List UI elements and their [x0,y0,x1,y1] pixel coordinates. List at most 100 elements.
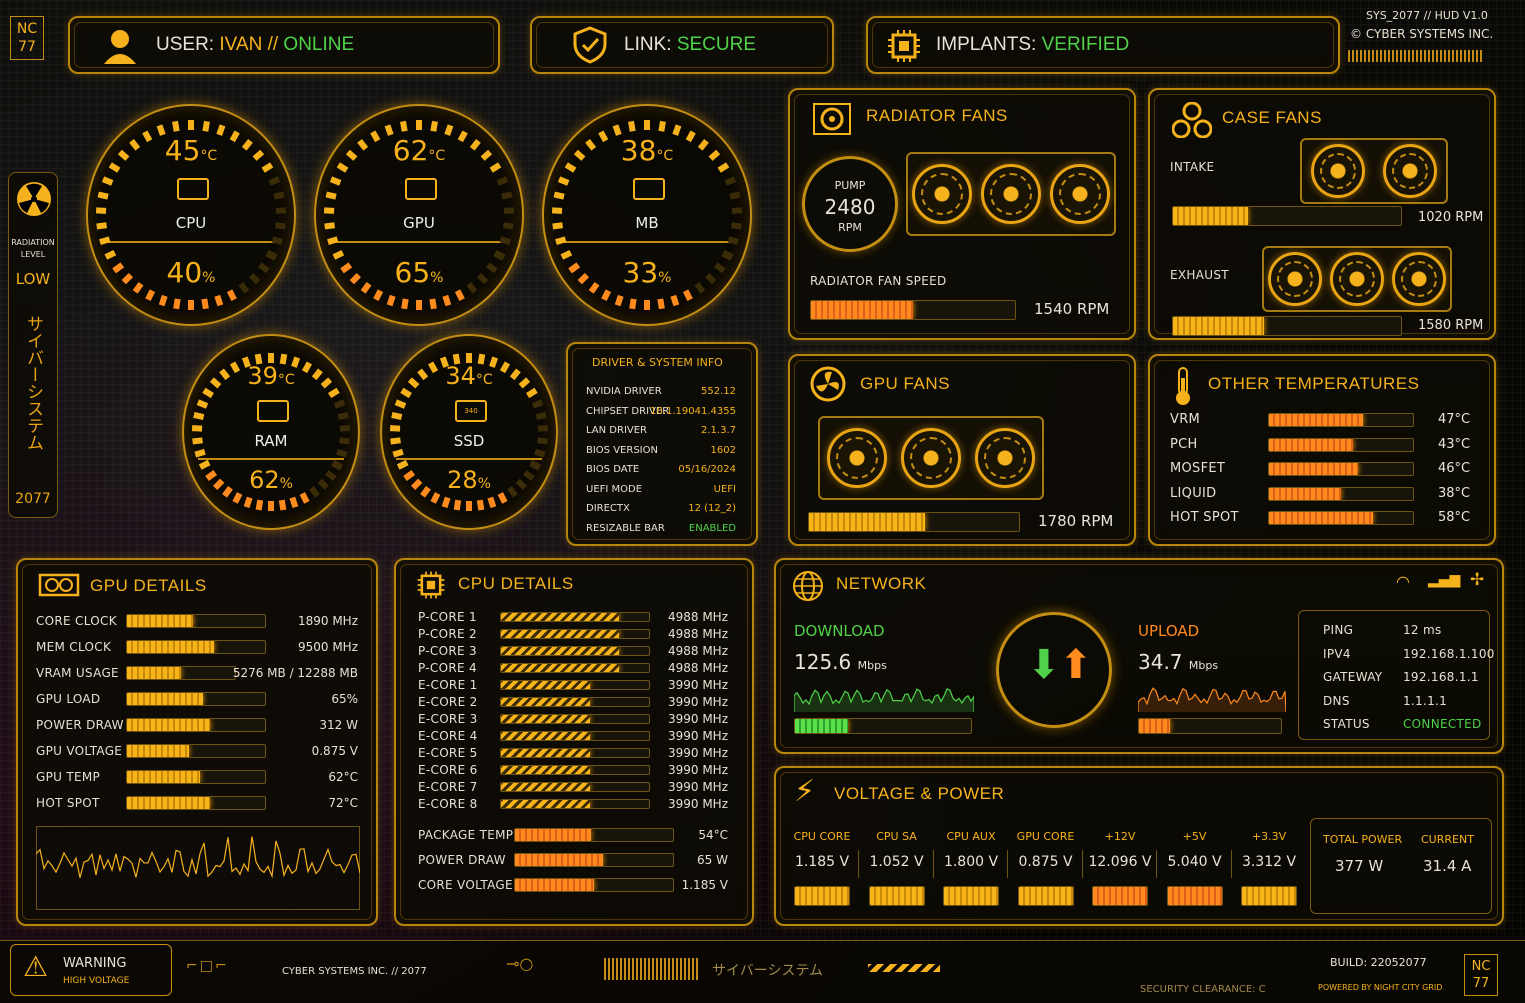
cpu-core-bar [500,697,650,707]
arc-segment [729,191,741,200]
driver-key: LAN DRIVER [586,425,648,436]
gpu-detail-value: 62°C [328,770,358,784]
arc-segment [682,289,693,302]
arc-segment [657,298,665,310]
voltage-label: +12V [1104,830,1136,843]
gauge-load: 62% [184,466,358,494]
gpu-detail-bar [126,692,266,706]
radiation-value: LOW [15,270,51,288]
arc-segment [333,399,346,409]
voltage-bar [868,886,925,906]
arc-segment [273,191,285,200]
voltage-label: CPU CORE [793,830,851,843]
cpu-extra-bar [514,878,674,892]
mb-icon [633,178,665,200]
voltage-bar [1241,886,1297,906]
cpu-core-value: 3990 MHz [667,695,728,709]
arc-segment [531,399,544,409]
cpu-core-bar [500,663,650,673]
voltage-value: 1.800 V [943,854,999,870]
arc-segment [501,191,513,200]
voltage-label: GPU CORE [1016,830,1075,843]
gpu-detail-label: POWER DRAW [36,718,124,732]
temp-row-label: LIQUID [1170,485,1217,501]
driver-value: 12 (12_2) [688,503,736,514]
link-label: LINK: [624,34,672,55]
arc-segment [534,448,546,458]
fan-icon [975,428,1035,488]
cpu-core-label: E-CORE 1 [418,678,478,692]
arc-segment [453,499,462,511]
load-value: 65 [394,256,431,289]
arc-segment [299,492,310,504]
key-icon: ⊸○ [506,954,534,973]
footer-japanese: サイバーシステム [712,963,824,979]
driver-key: BIOS DATE [586,464,640,475]
cpu-core-bar [500,629,650,639]
arc-segment [373,289,384,302]
temp-row-value: 47°C [1438,412,1471,427]
load-unit: % [279,476,293,492]
voltage-value: 1.185 V [794,854,850,870]
gpu-card-icon [38,573,80,597]
nc77-footer-logo: NC 77 [1464,954,1498,996]
footer-glyphs: ⌐□⌐ [186,958,229,974]
other-temps-panel: OTHER TEMPERATURES VRM 47°C PCH 43°C MOSFET 4… [1148,354,1496,546]
fan-icon [912,164,973,224]
voltage-title: VOLTAGE & POWER [834,784,1005,803]
gauge-temp: 34°C [382,362,556,390]
arc-segment [243,496,253,509]
driver-key: NVIDIA DRIVER [586,386,662,397]
gpu-detail-value: 65% [331,692,358,706]
cpu-core-value: 4988 MHz [667,661,728,675]
implants-label: IMPLANTS: [936,34,1037,55]
link-status: SECURE [676,34,756,55]
driver-value: 2.1.3.7 [701,425,736,436]
arc-segment [629,298,637,310]
arc-segment [442,294,452,307]
link-panel: LINK: SECURE [530,16,834,74]
gpu-detail-value: 9500 MHz [297,640,358,654]
gauge-divider [395,458,543,460]
net-info-value: 12 ms [1403,623,1442,637]
arc-segment [535,412,547,421]
arc-segment [392,448,404,458]
driver-value: 1602 [710,444,736,456]
gpu-detail-label: HOT SPOT [36,796,100,810]
gpu-detail-value: 0.875 V [311,744,358,758]
temp-unit: °C [200,148,218,164]
cpu-chip-icon [417,571,445,599]
voltage-label: +5V [1182,830,1207,843]
arc-segment [255,499,264,511]
network-info-box: PING 12 ms IPV4 192.168.1.100 GATEWAY 192.168… [1298,610,1494,740]
arc-segment [214,294,224,307]
gpu-detail-value: 1890 MHz [297,614,358,628]
footer-barcode [604,958,700,980]
gauge-divider [332,241,506,243]
upload-value: 34.7 Mbps [1138,650,1218,674]
load-value: 28 [447,466,478,494]
driver-row: BIOS DATE 05/16/2024 [586,464,736,482]
satellite-icon: ✢ [1470,570,1485,590]
download-value: 125.6 Mbps [794,650,887,674]
voltage-bar [943,886,999,906]
pump-gauge: PUMP 2480 RPM [802,156,898,252]
arc-segment [193,412,205,421]
temp-unit: °C [428,148,446,164]
temp-unit: °C [656,148,674,164]
gpu-detail-bar [126,796,266,810]
cpu-core-value: 3990 MHz [667,746,728,760]
network-title: NETWORK [836,574,927,593]
arc-segment [194,448,206,458]
arc-segment [268,176,281,186]
gauge-load: 65% [316,256,522,289]
net-info-label: GATEWAY [1323,670,1383,684]
security-clearance: SECURITY CLEARANCE: C [1140,984,1266,995]
gpu-detail-label: MEM CLOCK [36,640,112,654]
user-panel: USER: IVAN // ONLINE [68,16,500,74]
voltage-value: 0.875 V [1018,854,1073,870]
temp-value: 62 [392,134,429,167]
gpu-history-graph [36,826,360,910]
arc-segment [173,298,181,310]
cpu-core-label: E-CORE 8 [418,797,478,811]
